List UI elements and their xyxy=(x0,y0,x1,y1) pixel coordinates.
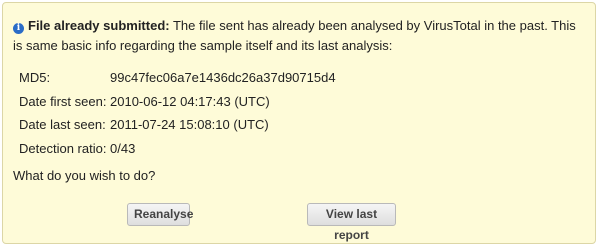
notice-message: i File already submitted: The file sent h… xyxy=(13,16,588,56)
detection-ratio-value: 0/43 xyxy=(110,140,136,156)
first-seen-value: 2010-06-12 04:17:43 (UTC) xyxy=(110,93,270,109)
info-label: MD5: xyxy=(19,70,51,85)
already-submitted-panel: i File already submitted: The file sent h… xyxy=(2,2,596,244)
sample-info-table: MD5: 99c47fec06a7e1436dc26a37d90715d4 Dat… xyxy=(19,66,336,160)
md5-value: 99c47fec06a7e1436dc26a37d90715d4 xyxy=(110,70,336,85)
view-last-report-button[interactable]: View last report xyxy=(307,203,396,242)
info-row-last-seen: Date last seen: 2011-07-24 15:08:10 (UTC) xyxy=(19,113,336,137)
info-label: Date last seen: xyxy=(19,117,106,132)
info-row-md5: MD5: 99c47fec06a7e1436dc26a37d90715d4 xyxy=(19,66,336,90)
last-seen-value: 2011-07-24 15:08:10 (UTC) xyxy=(110,117,269,132)
notice-title: File already submitted: xyxy=(28,18,170,33)
info-label: Detection ratio: xyxy=(19,140,107,156)
action-question: What do you wish to do? xyxy=(13,168,156,183)
reanalyse-button[interactable]: Reanalyse xyxy=(127,203,193,226)
info-row-first-seen: Date first seen: 2010-06-12 04:17:43 (UTC… xyxy=(19,90,336,114)
info-icon: i xyxy=(13,23,24,34)
info-label: Date first seen: xyxy=(19,93,107,109)
info-row-detection-ratio: Detection ratio: 0/43 xyxy=(19,137,336,161)
